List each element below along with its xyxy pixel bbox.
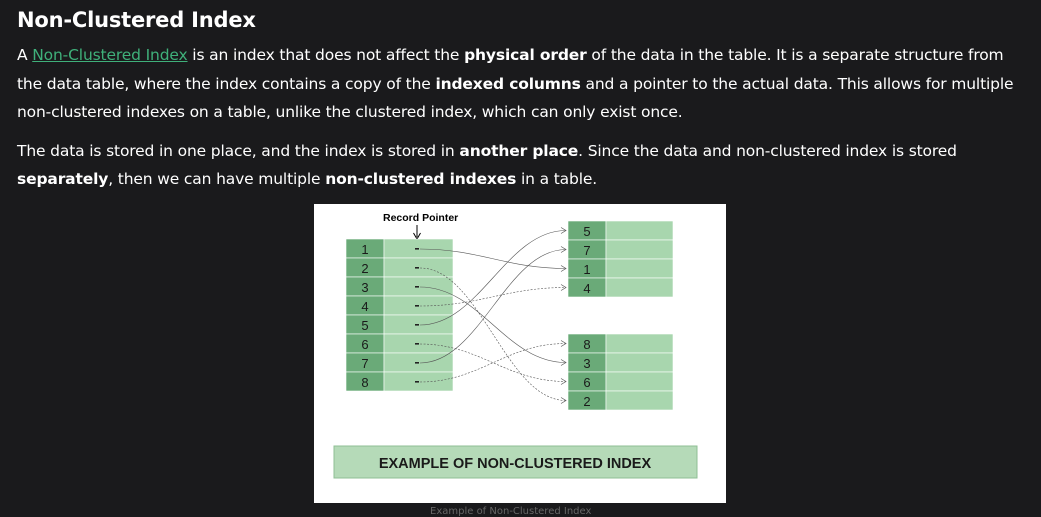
data-row-cell — [605, 277, 674, 298]
pointer-dot — [415, 381, 419, 383]
paragraph-storage: The data is stored in one place, and the… — [17, 137, 1029, 194]
section-heading: Non-Clustered Index — [17, 8, 256, 32]
bold-text: another place — [459, 141, 579, 160]
index-key-label: 6 — [361, 337, 368, 352]
data-key-label: 7 — [583, 243, 590, 258]
record-pointer-label: Record Pointer — [383, 212, 458, 224]
text: , then we can have multiple — [108, 170, 326, 188]
figure-caption: Example of Non-Clustered Index — [430, 506, 592, 517]
pointer-dot — [415, 362, 419, 364]
data-key-label: 4 — [583, 281, 590, 296]
text: A — [17, 46, 33, 64]
data-key-label: 8 — [583, 337, 590, 352]
text: . Since the data and non-clustered index… — [578, 141, 957, 160]
non-clustered-index-link[interactable]: Non-Clustered Index — [32, 46, 187, 64]
data-row-cell — [605, 239, 674, 260]
index-key-label: 3 — [361, 280, 368, 295]
data-key-label: 5 — [583, 224, 590, 239]
data-key-label: 6 — [583, 375, 590, 390]
data-key-label: 3 — [583, 356, 590, 371]
index-key-label: 2 — [361, 261, 368, 276]
data-row-cell — [605, 352, 674, 373]
pointer-dot — [415, 305, 419, 307]
bold-text: physical order — [464, 46, 587, 64]
index-key-label: 4 — [361, 299, 368, 314]
pointer-dot — [415, 248, 419, 250]
data-row-cell — [605, 333, 674, 354]
paragraph-definition: A Non-Clustered Index is an index that d… — [17, 41, 1029, 127]
index-key-label: 7 — [361, 356, 368, 371]
index-key-label: 1 — [361, 242, 368, 257]
bold-text: separately — [17, 170, 109, 188]
pointer-dot — [415, 324, 419, 326]
data-key-label: 1 — [583, 262, 590, 277]
non-clustered-index-figure: Record Pointer 1 2 3 4 5 6 7 8 5 7 1 4 8 3 6 2 EXAMPLE… — [314, 204, 726, 503]
bold-text: indexed columns — [435, 74, 581, 93]
record-pointer-arrow — [413, 225, 421, 240]
data-row-cell — [605, 220, 674, 241]
pointer-dot — [415, 267, 419, 269]
bold-text: non-clustered indexes — [325, 170, 517, 188]
pointer-dot — [415, 286, 419, 288]
article-content: Non-Clustered Index A Non-Clustered Inde… — [17, 6, 1029, 194]
pointer-dot — [415, 343, 419, 345]
index-key-label: 5 — [361, 318, 368, 333]
index-diagram: Record Pointer 1 2 3 4 5 6 7 8 5 7 1 4 8 3 6 2 EXAMPLE… — [333, 212, 698, 479]
data-row-cell — [605, 371, 674, 392]
data-key-label: 2 — [583, 394, 590, 409]
text: The data is stored in one place, and the… — [17, 141, 460, 160]
index-key-label: 8 — [361, 375, 368, 390]
text: is an index that does not affect the — [187, 46, 465, 64]
text: in a table. — [516, 170, 598, 188]
data-row-cell — [605, 258, 674, 279]
diagram-caption: EXAMPLE OF NON-CLUSTERED INDEX — [379, 456, 652, 472]
data-row-cell — [605, 390, 674, 411]
